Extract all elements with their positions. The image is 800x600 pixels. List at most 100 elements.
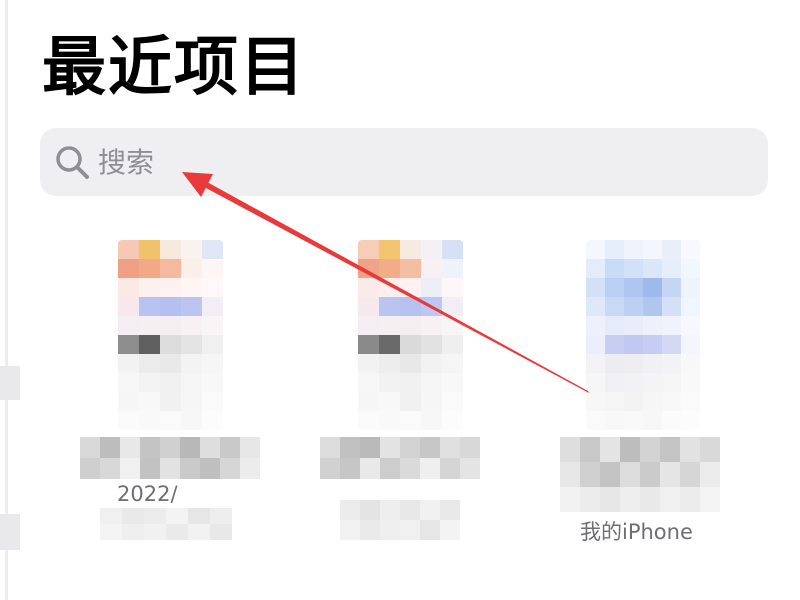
mosaic-cell xyxy=(680,487,700,512)
mosaic-cell xyxy=(100,508,122,524)
mosaic-cell xyxy=(420,437,440,458)
mosaic-cell xyxy=(681,411,700,430)
mosaic-cell xyxy=(605,259,624,278)
mosaic-cell xyxy=(160,411,181,430)
mosaic-cell xyxy=(400,500,420,520)
mosaic-cell xyxy=(586,316,605,335)
mosaic-cell xyxy=(680,462,700,487)
mosaic-cell xyxy=(662,335,681,354)
mosaic-cell xyxy=(140,437,160,458)
mosaic-cell xyxy=(442,354,463,373)
mosaic-cell xyxy=(139,411,160,430)
mosaic-cell xyxy=(379,259,400,278)
mosaic-cell xyxy=(379,278,400,297)
mosaic-cell xyxy=(240,437,260,458)
mosaic-cell xyxy=(586,240,605,259)
mosaic-cell xyxy=(421,297,442,316)
mosaic-cell xyxy=(643,354,662,373)
mosaic-cell xyxy=(442,240,463,259)
mosaic-cell xyxy=(442,316,463,335)
mosaic-cell xyxy=(380,500,400,520)
mosaic-cell xyxy=(643,297,662,316)
mosaic-cell xyxy=(643,373,662,392)
mosaic-cell xyxy=(379,297,400,316)
mosaic-cell xyxy=(681,316,700,335)
mosaic-cell xyxy=(586,373,605,392)
mosaic-cell xyxy=(600,462,620,487)
mosaic-cell xyxy=(202,335,223,354)
mosaic-cell xyxy=(160,316,181,335)
mosaic-cell xyxy=(358,278,379,297)
search-input[interactable] xyxy=(98,138,738,186)
mosaic-cell xyxy=(660,437,680,462)
mosaic-cell xyxy=(181,392,202,411)
mosaic-cell xyxy=(358,240,379,259)
mosaic-cell xyxy=(181,354,202,373)
mosaic-cell xyxy=(160,335,181,354)
mosaic-cell xyxy=(160,240,181,259)
mosaic-cell xyxy=(181,259,202,278)
mosaic-cell xyxy=(605,411,624,430)
mosaic-cell xyxy=(662,297,681,316)
mosaic-cell xyxy=(240,458,260,479)
mosaic-cell xyxy=(421,354,442,373)
mosaic-cell xyxy=(586,297,605,316)
mosaic-cell xyxy=(200,458,220,479)
file-thumbnail[interactable] xyxy=(358,240,463,430)
mosaic-cell xyxy=(340,520,360,540)
mosaic-cell xyxy=(100,524,122,540)
mosaic-cell xyxy=(379,316,400,335)
mosaic-cell xyxy=(640,462,660,487)
mosaic-cell xyxy=(220,458,240,479)
mosaic-cell xyxy=(358,373,379,392)
mosaic-cell xyxy=(358,316,379,335)
mosaic-cell xyxy=(358,392,379,411)
mosaic-cell xyxy=(605,240,624,259)
mosaic-cell xyxy=(421,240,442,259)
mosaic-cell xyxy=(181,373,202,392)
mosaic-cell xyxy=(442,335,463,354)
mosaic-cell xyxy=(600,437,620,462)
mosaic-cell xyxy=(118,373,139,392)
file-thumbnail[interactable] xyxy=(586,240,700,430)
mosaic-cell xyxy=(586,392,605,411)
mosaic-cell xyxy=(380,437,400,458)
mosaic-cell xyxy=(358,354,379,373)
mosaic-cell xyxy=(681,354,700,373)
mosaic-cell xyxy=(605,354,624,373)
mosaic-cell xyxy=(139,240,160,259)
file-name-redacted xyxy=(320,437,480,479)
mosaic-cell xyxy=(400,240,421,259)
mosaic-cell xyxy=(160,373,181,392)
mosaic-cell xyxy=(181,411,202,430)
mosaic-cell xyxy=(120,437,140,458)
mosaic-cell xyxy=(210,524,232,540)
search-bar[interactable] xyxy=(40,128,768,196)
mosaic-cell xyxy=(643,411,662,430)
mosaic-cell xyxy=(160,392,181,411)
mosaic-cell xyxy=(624,259,643,278)
mosaic-cell xyxy=(440,500,460,520)
mosaic-cell xyxy=(662,259,681,278)
mosaic-cell xyxy=(662,373,681,392)
file-name-redacted xyxy=(340,500,460,540)
mosaic-cell xyxy=(620,437,640,462)
mosaic-cell xyxy=(139,316,160,335)
mosaic-cell xyxy=(122,508,144,524)
file-thumbnail[interactable] xyxy=(118,240,223,430)
mosaic-cell xyxy=(560,462,580,487)
mosaic-cell xyxy=(358,297,379,316)
mosaic-cell xyxy=(421,392,442,411)
mosaic-cell xyxy=(420,500,440,520)
mosaic-cell xyxy=(605,278,624,297)
mosaic-cell xyxy=(624,411,643,430)
mosaic-cell xyxy=(400,437,420,458)
mosaic-cell xyxy=(586,335,605,354)
mosaic-cell xyxy=(380,520,400,540)
mosaic-cell xyxy=(320,458,340,479)
mosaic-cell xyxy=(400,259,421,278)
mosaic-cell xyxy=(605,392,624,411)
mosaic-cell xyxy=(643,392,662,411)
mosaic-cell xyxy=(624,240,643,259)
mosaic-cell xyxy=(586,259,605,278)
